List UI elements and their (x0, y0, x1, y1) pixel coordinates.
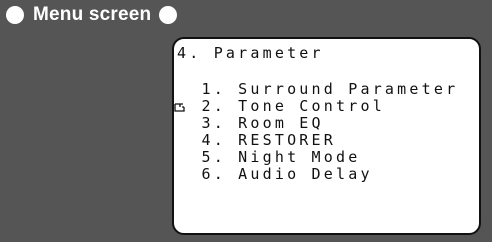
menu-frame: Menu screen 4. Parameter 1. Surround Par… (0, 0, 494, 244)
pointing-hand-icon (174, 103, 185, 112)
menu-item-restorer[interactable]: 4. RESTORER (177, 132, 336, 149)
menu-item-surround-parameter[interactable]: 1. Surround Parameter (177, 81, 458, 98)
title-bar: Menu screen (0, 0, 492, 30)
bullet-dot-icon (159, 6, 178, 24)
bullet-dot-icon (6, 6, 24, 24)
screen-heading: 4. Parameter (177, 44, 324, 62)
menu-panel: Menu screen 4. Parameter 1. Surround Par… (0, 0, 492, 242)
osd-screen: 4. Parameter 1. Surround Parameter 2. To… (172, 37, 481, 235)
menu-item-room-eq[interactable]: 3. Room EQ (177, 115, 324, 132)
menu-item-night-mode[interactable]: 5. Night Mode (177, 149, 360, 166)
menu-item-audio-delay[interactable]: 6. Audio Delay (177, 166, 373, 183)
page-title: Menu screen (33, 4, 152, 25)
menu-item-tone-control[interactable]: 2. Tone Control (177, 98, 385, 115)
